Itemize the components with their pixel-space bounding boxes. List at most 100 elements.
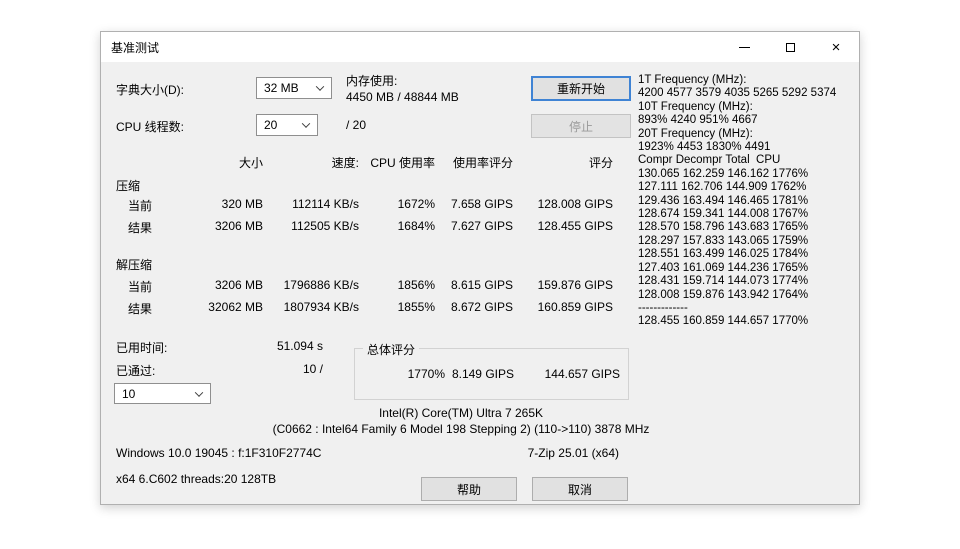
size-value: 320 MB — [221, 197, 263, 211]
log-line: 128.008 159.876 143.942 1764% — [638, 288, 809, 301]
column-header-size: 大小 — [238, 156, 263, 170]
elapsed-time-value: 51.094 s — [276, 339, 323, 353]
log-line: 1T Frequency (MHz): — [638, 74, 747, 86]
passes-label: 已通过: — [116, 364, 156, 378]
rating-value: 159.876 GIPS — [537, 278, 613, 292]
maximize-icon — [785, 42, 795, 52]
table-row-compression-current: 当前 320 MB 112114 KB/s 1672% 7.658 GIPS 1… — [116, 197, 613, 214]
usage-rating-value: 7.658 GIPS — [450, 197, 513, 211]
dictionary-size-label: 字典大小(D): — [116, 83, 184, 97]
chevron-down-icon — [301, 119, 311, 128]
size-value: 3206 MB — [214, 278, 263, 292]
cpu-usage-value: 1684% — [397, 219, 435, 233]
section-title-decompression: 解压缩 — [116, 258, 153, 272]
row-label: 当前 — [128, 280, 153, 294]
stop-button[interactable]: 停止 — [531, 114, 631, 138]
windows-version: Windows 10.0 19045 : f:1F310F2774C — [116, 446, 322, 460]
frequency-log: 1T Frequency (MHz): 4200 4577 3579 4035 … — [638, 74, 850, 329]
column-header-usage-rating: 使用率评分 — [452, 156, 513, 170]
table-header-row: 大小 速度: CPU 使用率 使用率评分 评分 — [116, 154, 613, 171]
speed-value: 112505 KB/s — [291, 219, 359, 233]
log-line: 128.455 160.859 144.657 1770% — [638, 315, 809, 328]
sevenzip-version: 7-Zip 25.01 (x64) — [527, 446, 619, 460]
window-title: 基准测试 — [111, 40, 160, 55]
log-line: 130.065 162.259 146.162 1776% — [638, 167, 809, 180]
total-rating-group: 总体评分 1770% 8.149 GIPS 144.657 GIPS — [354, 341, 629, 400]
cpu-threads-select[interactable]: 20 — [256, 114, 318, 136]
cpu-usage-value: 1856% — [397, 278, 435, 292]
cpu-info-line1: Intel(R) Core(TM) Ultra 7 265K — [378, 406, 544, 420]
cpu-usage-value: 1672% — [397, 197, 435, 211]
log-line: ------------- — [638, 301, 688, 314]
cpu-info-line2: (C0662 : Intel64 Family 6 Model 198 Step… — [272, 422, 650, 436]
log-line: 20T Frequency (MHz): — [638, 127, 753, 140]
benchmark-dialog: 基准测试 × 字典大小(D): 32 MB 内存使用: 4450 MB / 48… — [100, 31, 860, 505]
help-button[interactable]: 帮助 — [421, 477, 517, 501]
close-button[interactable]: × — [813, 32, 859, 62]
chevron-down-icon — [194, 387, 204, 397]
size-value: 32062 MB — [208, 300, 263, 314]
column-header-cpu-usage: CPU 使用率 — [370, 156, 435, 170]
speed-value: 112114 KB/s — [292, 197, 359, 211]
elapsed-time-label: 已用时间: — [116, 341, 168, 355]
cpu-threads-label: CPU 线程数: — [116, 120, 185, 134]
passes-select-value: 10 — [122, 386, 136, 401]
speed-value: 1796886 KB/s — [283, 278, 359, 292]
empty-header-cell — [116, 154, 171, 171]
log-line: 127.111 162.706 144.909 1762% — [638, 181, 807, 194]
maximize-button[interactable] — [767, 32, 813, 62]
cpu-usage-value: 1855% — [397, 300, 435, 314]
log-line: 128.570 158.796 143.683 1765% — [638, 221, 809, 234]
log-line: 127.403 161.069 144.236 1765% — [638, 261, 809, 274]
total-rating-title: 总体评分 — [363, 341, 420, 358]
total-rating-value: 144.657 GIPS — [544, 367, 620, 381]
table-row-decompression-result: 结果 32062 MB 1807934 KB/s 1855% 8.672 GIP… — [116, 300, 613, 317]
table-row-decompression-current: 当前 3206 MB 1796886 KB/s 1856% 8.615 GIPS… — [116, 278, 613, 295]
speed-value: 1807934 KB/s — [283, 300, 359, 314]
minimize-button[interactable] — [721, 32, 767, 62]
row-label: 结果 — [128, 221, 153, 235]
log-line: Compr Decompr Total CPU — [638, 154, 781, 167]
section-title-compression: 压缩 — [116, 179, 141, 193]
log-line: 4200 4577 3579 4035 5265 5292 5374 — [638, 87, 837, 100]
cpu-threads-value: 20 — [264, 118, 278, 132]
rating-value: 160.859 GIPS — [537, 300, 613, 314]
passes-value: 10 / — [302, 362, 323, 376]
usage-rating-value: 7.627 GIPS — [450, 219, 513, 233]
size-value: 3206 MB — [214, 219, 263, 233]
row-label: 当前 — [128, 199, 153, 213]
log-line: 10T Frequency (MHz): — [638, 100, 753, 113]
rating-value: 128.008 GIPS — [537, 197, 613, 211]
usage-rating-value: 8.615 GIPS — [450, 278, 513, 292]
rating-value: 128.455 GIPS — [537, 219, 613, 233]
column-header-rating: 评分 — [588, 156, 613, 170]
log-line: 129.436 163.494 146.465 1781% — [638, 194, 809, 207]
usage-rating-value: 8.672 GIPS — [450, 300, 513, 314]
title-bar: 基准测试 × — [101, 32, 859, 62]
log-line: 128.551 163.499 146.025 1784% — [638, 248, 809, 261]
passes-select[interactable]: 10 — [114, 383, 211, 404]
log-line: 128.674 159.341 144.008 1767% — [638, 208, 809, 221]
memory-usage-label: 内存使用: — [346, 74, 398, 88]
window-controls: × — [721, 32, 859, 62]
cancel-button[interactable]: 取消 — [532, 477, 628, 501]
total-usage-rating-value: 8.149 GIPS — [451, 367, 514, 381]
log-line: 128.431 159.714 144.073 1774% — [638, 275, 809, 288]
table-row-compression-result: 结果 3206 MB 112505 KB/s 1684% 7.627 GIPS … — [116, 219, 613, 236]
row-label: 结果 — [128, 302, 153, 316]
log-line: 128.297 157.833 143.065 1759% — [638, 234, 809, 247]
threads-total-label: / 20 — [346, 118, 367, 132]
system-info: x64 6.C602 threads:20 128TB — [116, 472, 277, 486]
total-rating-values: 1770% 8.149 GIPS 144.657 GIPS — [355, 367, 620, 381]
log-line: 1923% 4453 1830% 4491 — [638, 141, 771, 154]
restart-button[interactable]: 重新开始 — [531, 76, 631, 101]
dictionary-size-select[interactable]: 32 MB — [256, 77, 332, 99]
log-line: 893% 4240 951% 4667 — [638, 114, 758, 127]
column-header-speed: 速度: — [331, 156, 359, 170]
memory-usage-value: 4450 MB / 48844 MB — [346, 90, 459, 104]
minimize-icon — [738, 46, 750, 48]
chevron-down-icon — [315, 82, 325, 91]
close-icon: × — [831, 38, 841, 56]
total-cpu-value: 1770% — [407, 367, 445, 381]
dictionary-size-value: 32 MB — [264, 81, 299, 95]
